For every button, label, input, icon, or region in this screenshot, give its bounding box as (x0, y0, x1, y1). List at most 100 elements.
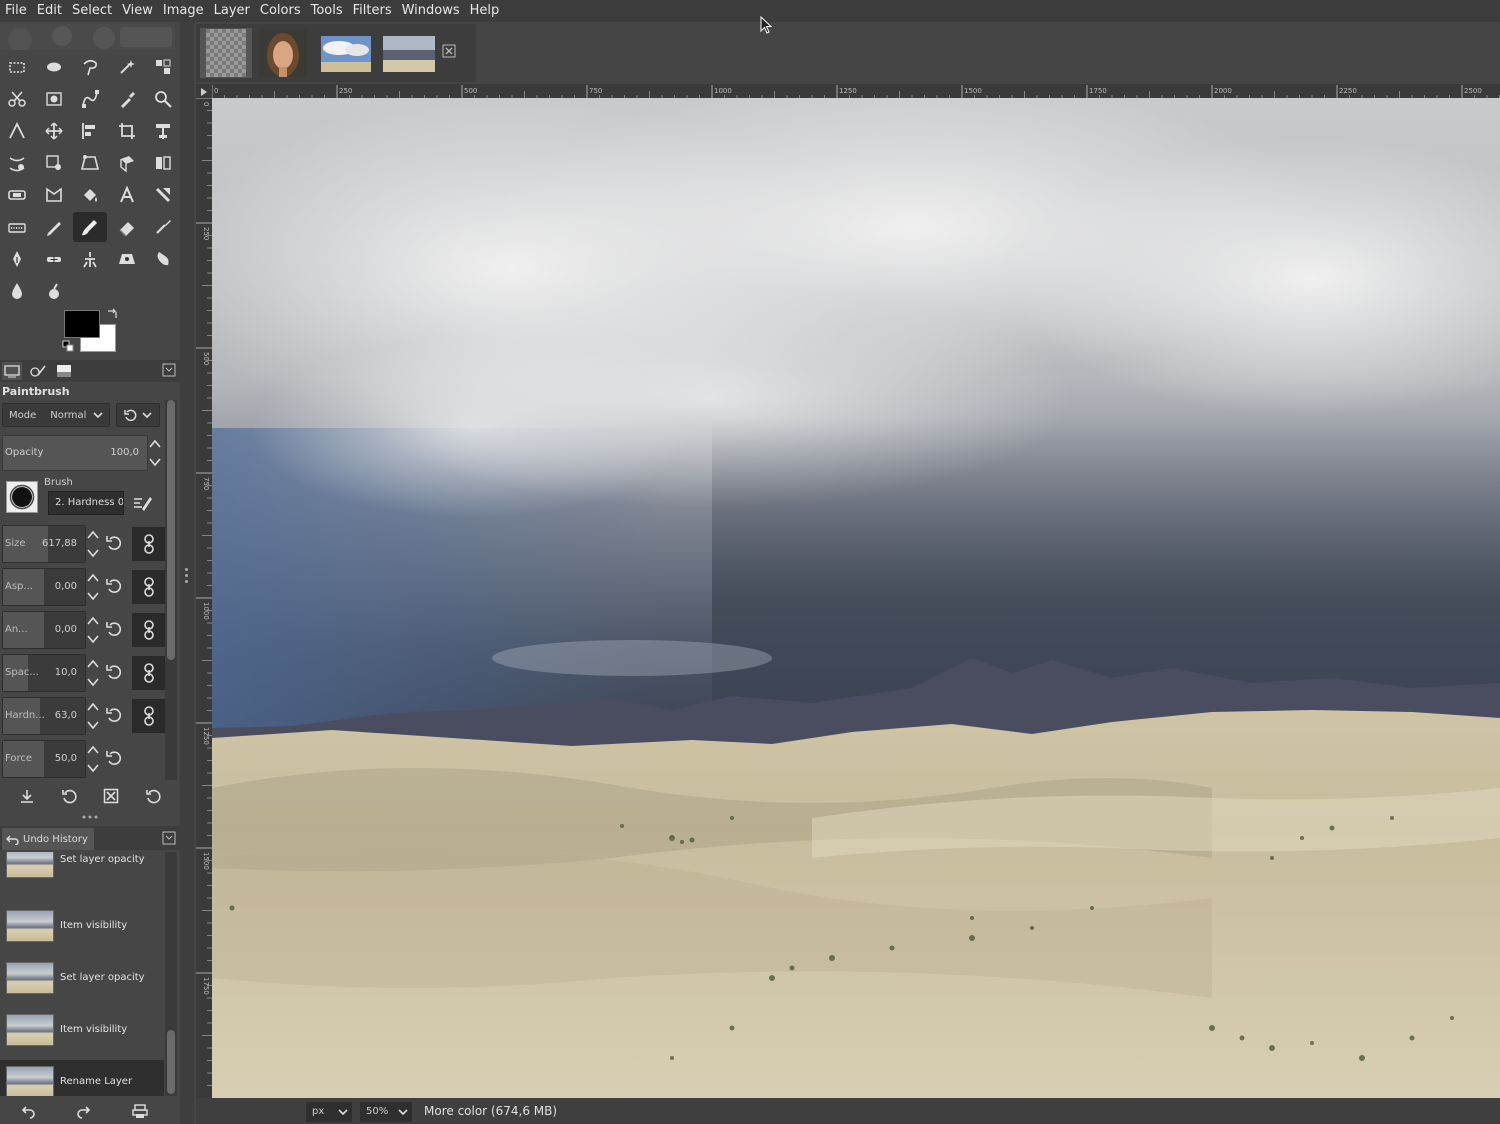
zoom-select[interactable]: 50% (360, 1102, 412, 1122)
tool-dodge-burn-button[interactable] (37, 276, 71, 306)
close-image-icon[interactable] (442, 44, 456, 58)
hardn-slider[interactable]: Hardn... 63,0 (2, 697, 86, 735)
tool-zoom-button[interactable] (146, 84, 180, 114)
reset-icon[interactable] (104, 619, 124, 639)
panel-config-icon[interactable] (162, 831, 176, 845)
brush-name-field[interactable]: 2. Hardness 050 (48, 491, 124, 515)
menu-layer[interactable]: Layer (209, 0, 255, 22)
undo-history-item[interactable]: Item visibility (0, 904, 164, 956)
tool-airbrush-button[interactable] (146, 212, 180, 242)
tool-free-select-button[interactable] (73, 52, 107, 82)
vertical-ruler[interactable]: 0 250 500 750 1000 1250 1500 1750 (196, 97, 212, 1098)
stepper-icon[interactable] (86, 654, 100, 692)
size-slider[interactable]: Size 617,88 (2, 525, 86, 563)
menu-image[interactable]: Image (158, 0, 209, 22)
reset-icon[interactable] (104, 705, 124, 725)
tool-rect-select-button[interactable] (0, 52, 34, 82)
tool-scissors-select-button[interactable] (0, 84, 34, 114)
tool-clone-button[interactable] (73, 244, 107, 274)
ruler-corner-button[interactable] (196, 84, 212, 98)
tool-mypaint-brush-button[interactable] (0, 212, 34, 242)
menu-tools[interactable]: Tools (306, 0, 348, 22)
restore-options-icon[interactable] (59, 786, 79, 806)
reset-icon[interactable] (104, 662, 124, 682)
tool-paths-button[interactable] (73, 84, 107, 114)
tool-perspective-clone-button[interactable] (110, 244, 144, 274)
clear-history-icon[interactable] (130, 1101, 150, 1121)
swap-colors-icon[interactable] (106, 308, 118, 320)
menu-view[interactable]: View (117, 0, 158, 22)
tool-unified-transform-button[interactable] (146, 116, 180, 146)
tool-gradient-button[interactable] (146, 180, 180, 210)
menu-edit[interactable]: Edit (32, 0, 67, 22)
tool-paintbrush-button[interactable] (73, 212, 107, 242)
link-to-brush-button[interactable] (132, 570, 166, 604)
undo-history-item[interactable]: Set layer opacity (0, 956, 164, 1008)
stepper-icon[interactable] (86, 740, 100, 778)
tool-3d-transform-button[interactable] (110, 148, 144, 178)
horizontal-ruler[interactable]: 0 250 500 750 1000 1250 1500 1750 2000 2250 2500 (211, 84, 1500, 99)
asp-slider[interactable]: Asp... 0,00 (2, 568, 86, 606)
undo-icon[interactable] (18, 1101, 38, 1121)
menu-file[interactable]: File (0, 0, 32, 22)
edit-brush-icon[interactable] (132, 493, 154, 513)
tool-perspective-button[interactable] (73, 148, 107, 178)
tool-color-picker-button[interactable] (110, 84, 144, 114)
images-tab[interactable] (54, 362, 74, 380)
image-canvas[interactable] (212, 98, 1500, 1098)
link-to-brush-button[interactable] (132, 613, 166, 647)
reset-options-icon[interactable] (143, 786, 163, 806)
undo-history-item[interactable]: Set layer opacity (0, 852, 164, 904)
undo-history-tab[interactable]: Undo History (2, 828, 94, 850)
tool-options-tab[interactable] (2, 362, 22, 380)
an-slider[interactable]: An... 0,00 (2, 611, 86, 649)
save-options-icon[interactable] (17, 786, 37, 806)
undo-history-item[interactable]: Item visibility (0, 1008, 164, 1060)
image-tab-landscape-2[interactable] (380, 28, 438, 78)
stepper-icon[interactable] (86, 697, 100, 735)
tool-smudge-button[interactable] (146, 244, 180, 274)
mode-reset-dropdown[interactable] (116, 403, 160, 427)
mode-select[interactable]: Mode Normal (2, 403, 110, 427)
panel-config-icon[interactable] (162, 363, 176, 377)
tool-blur-sharpen-button[interactable] (0, 276, 34, 306)
tool-heal-button[interactable] (37, 244, 71, 274)
opacity-field[interactable]: Opacity 100,0 (2, 435, 148, 471)
menu-colors[interactable]: Colors (255, 0, 306, 22)
tool-handle-transform-button[interactable] (37, 148, 71, 178)
default-colors-icon[interactable] (62, 340, 74, 352)
opacity-stepper-icon[interactable] (148, 435, 162, 471)
tool-bucket-fill-button[interactable] (73, 180, 107, 210)
tool-foreground-select-button[interactable] (37, 84, 71, 114)
tool-cage-transform-button[interactable] (0, 180, 34, 210)
force-slider[interactable]: Force 50,0 (2, 740, 86, 778)
undo-history-scrollbar[interactable] (165, 852, 177, 1096)
image-tab-transparent[interactable] (200, 28, 252, 78)
redo-icon[interactable] (74, 1101, 94, 1121)
reset-icon[interactable] (104, 576, 124, 596)
menu-help[interactable]: Help (465, 0, 505, 22)
link-to-brush-button[interactable] (132, 527, 166, 561)
tool-pencil-button[interactable] (37, 212, 71, 242)
tool-align-button[interactable] (73, 116, 107, 146)
stepper-icon[interactable] (86, 525, 100, 563)
reset-icon[interactable] (104, 748, 124, 768)
tool-text-button[interactable] (110, 180, 144, 210)
tool-measure-button[interactable] (0, 116, 34, 146)
tool-fuzzy-select-button[interactable] (110, 52, 144, 82)
tool-crop-button[interactable] (110, 116, 144, 146)
stepper-icon[interactable] (86, 568, 100, 606)
spac-slider[interactable]: Spac... 10,0 (2, 654, 86, 692)
link-to-brush-button[interactable] (132, 656, 166, 690)
tool-options-scrollbar[interactable] (165, 400, 177, 780)
reset-icon[interactable] (104, 533, 124, 553)
tool-eraser-button[interactable] (110, 212, 144, 242)
delete-options-icon[interactable] (101, 786, 121, 806)
tool-move-button[interactable] (37, 116, 71, 146)
tool-flip-button[interactable] (146, 148, 180, 178)
undo-history-item[interactable]: Rename Layer (0, 1060, 164, 1096)
menu-filters[interactable]: Filters (348, 0, 397, 22)
menu-select[interactable]: Select (67, 0, 117, 22)
stepper-icon[interactable] (86, 611, 100, 649)
unit-select[interactable]: px (306, 1102, 352, 1122)
